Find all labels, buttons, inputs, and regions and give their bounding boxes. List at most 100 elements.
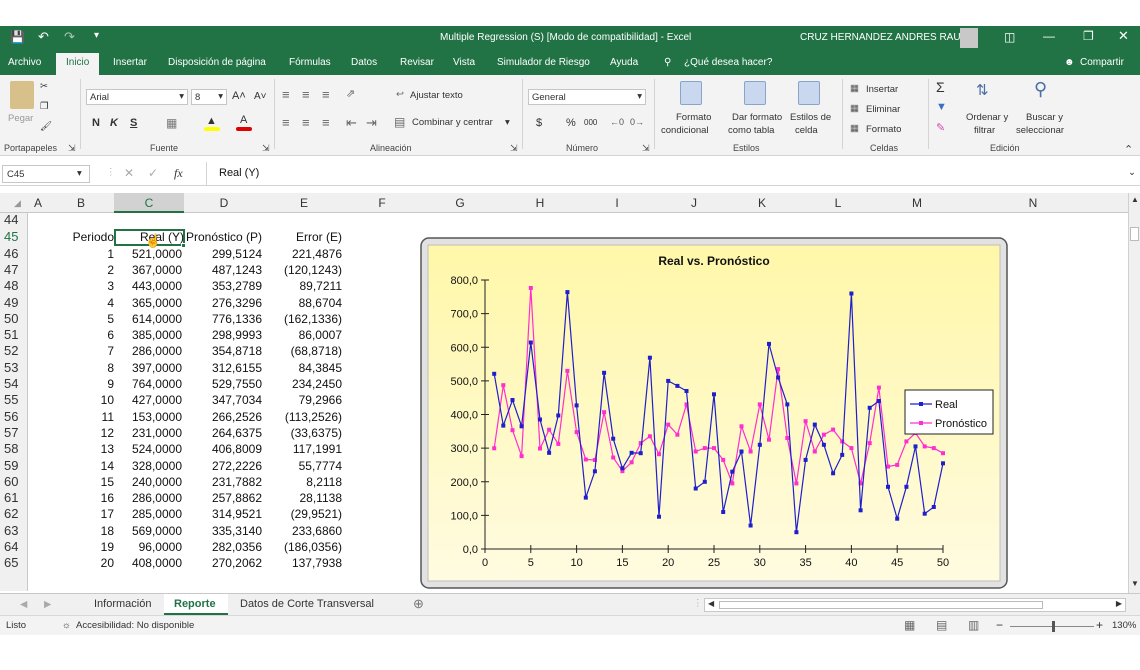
tab-vista[interactable]: Vista [453,57,475,68]
tab-simulador[interactable]: Simulador de Riesgo [497,57,590,68]
clipboard-launcher-icon[interactable]: ⇲ [68,143,76,154]
align-center-icon[interactable]: ≡ [302,115,310,130]
font-size-select[interactable]: 8 ▾ [191,89,227,105]
tell-me-box[interactable]: ¿Qué desea hacer? [684,57,772,68]
percent-button[interactable]: % [566,117,576,129]
table-cell[interactable]: 231,7882 [184,475,262,489]
tab-disposicion[interactable]: Disposición de página [168,57,266,68]
column-header[interactable]: M [886,196,948,210]
table-cell[interactable]: 299,5124 [184,247,262,261]
cell-styles-label-2[interactable]: celda [795,125,818,136]
table-cell[interactable]: 17 [48,507,114,521]
copy-icon[interactable]: ❐ [40,101,49,112]
table-cell[interactable]: 286,0000 [114,344,182,358]
wrap-text-button[interactable]: Ajustar texto [410,90,463,101]
column-header[interactable]: C [114,193,184,213]
normal-view-icon[interactable]: ▦ [904,618,915,632]
scroll-up-icon[interactable]: ▲ [1131,195,1139,204]
font-name-select[interactable]: Arial ▾ [86,89,188,105]
avatar[interactable] [960,28,978,48]
search-icon[interactable]: ⚲ [1034,79,1047,100]
merge-center-button[interactable]: Combinar y centrar [412,117,493,128]
table-cell[interactable]: 385,0000 [114,328,182,342]
table-cell[interactable]: 314,9521 [184,507,262,521]
table-cell[interactable]: 776,1336 [184,312,262,326]
table-cell[interactable]: 12 [48,426,114,440]
table-cell[interactable]: 55,7774 [264,459,342,473]
find-select-label-2[interactable]: seleccionar [1016,125,1064,136]
table-cell[interactable]: (186,0356) [264,540,342,554]
accessibility-icon[interactable]: ☼ [62,620,71,631]
insert-cells-button[interactable]: Insertar [866,84,898,95]
row-header[interactable]: 62 [4,506,18,521]
table-cell[interactable]: 14 [48,459,114,473]
row-header[interactable]: 60 [4,474,18,489]
column-header[interactable]: A [28,196,48,210]
font-color-icon[interactable] [236,127,252,131]
scroll-down-icon[interactable]: ▼ [1131,579,1139,588]
table-cell[interactable]: 9 [48,377,114,391]
horizontal-scroll-thumb[interactable] [719,601,1043,609]
table-cell[interactable]: 282,0356 [184,540,262,554]
table-cell[interactable]: 15 [48,475,114,489]
sheet-tab-reporte[interactable]: Reporte [164,594,228,615]
add-sheet-icon[interactable]: ⊕ [413,596,424,612]
table-cell[interactable]: 443,0000 [114,279,182,293]
fill-color-icon[interactable] [204,127,220,131]
table-cell[interactable]: 8,2118 [264,475,342,489]
row-header[interactable]: 47 [4,262,18,277]
orientation-icon[interactable]: ⇗ [346,87,355,100]
find-select-label[interactable]: Buscar y [1026,112,1063,123]
table-cell[interactable]: 117,1991 [264,442,342,456]
table-cell[interactable]: (68,8718) [264,344,342,358]
align-left-icon[interactable]: ≡ [282,115,290,130]
table-cell[interactable]: 569,0000 [114,524,182,538]
table-cell[interactable]: 347,7034 [184,393,262,407]
table-cell[interactable]: (29,9521) [264,507,342,521]
column-header[interactable]: F [344,196,420,210]
tab-datos[interactable]: Datos [351,57,377,68]
zoom-level[interactable]: 130% [1112,620,1136,631]
row-header[interactable]: 58 [4,441,18,456]
table-cell[interactable]: 234,2450 [264,377,342,391]
table-cell[interactable]: 10 [48,393,114,407]
tab-formulas[interactable]: Fórmulas [289,57,331,68]
table-cell[interactable]: 529,7550 [184,377,262,391]
column-header[interactable]: G [420,196,500,210]
table-cell[interactable]: 28,1138 [264,491,343,505]
column-header[interactable]: I [580,196,654,210]
table-cell[interactable]: 19 [48,540,114,554]
row-header[interactable]: 49 [4,295,18,310]
next-sheet-icon[interactable]: ▶ [44,599,51,610]
restore-icon[interactable]: ❐ [1083,29,1094,43]
sheet-tab-informacion[interactable]: Información [94,598,151,610]
table-cell[interactable]: 86,0007 [264,328,342,342]
decrease-indent-icon[interactable]: ⇤ [346,115,357,131]
horizontal-scrollbar[interactable]: ◀ ▶ [704,598,1126,612]
merge-icon[interactable]: ▤ [394,115,405,129]
table-cell[interactable]: 406,8009 [184,442,262,456]
table-cell[interactable]: 153,0000 [114,410,182,424]
row-header[interactable]: 64 [4,539,18,554]
font-launcher-icon[interactable]: ⇲ [262,143,270,154]
table-cell[interactable]: 231,0000 [114,426,182,440]
column-header[interactable]: E [264,196,344,210]
table-cell[interactable]: 328,0000 [114,459,182,473]
table-cell[interactable]: 96,0000 [114,540,182,554]
table-cell[interactable]: 89,7211 [264,279,343,293]
increase-indent-icon[interactable]: ⇥ [366,115,377,131]
table-cell[interactable]: 20 [48,556,114,570]
wrap-text-icon[interactable]: ↩ [396,89,404,100]
table-cell[interactable]: 4 [48,296,114,310]
table-cell[interactable]: 353,2789 [184,279,262,293]
page-break-icon[interactable]: ▥ [968,618,979,632]
zoom-in-icon[interactable]: + [1096,618,1103,632]
cut-icon[interactable]: ✂ [40,81,48,92]
autosum-icon[interactable]: Σ [936,79,945,95]
row-header[interactable]: 54 [4,376,18,391]
table-cell[interactable]: 335,3140 [184,524,262,538]
table-cell[interactable]: 266,2526 [184,410,262,424]
row-header[interactable]: 63 [4,523,18,538]
undo-icon[interactable]: ↶ [38,29,49,45]
vertical-scroll-thumb[interactable] [1130,227,1139,241]
